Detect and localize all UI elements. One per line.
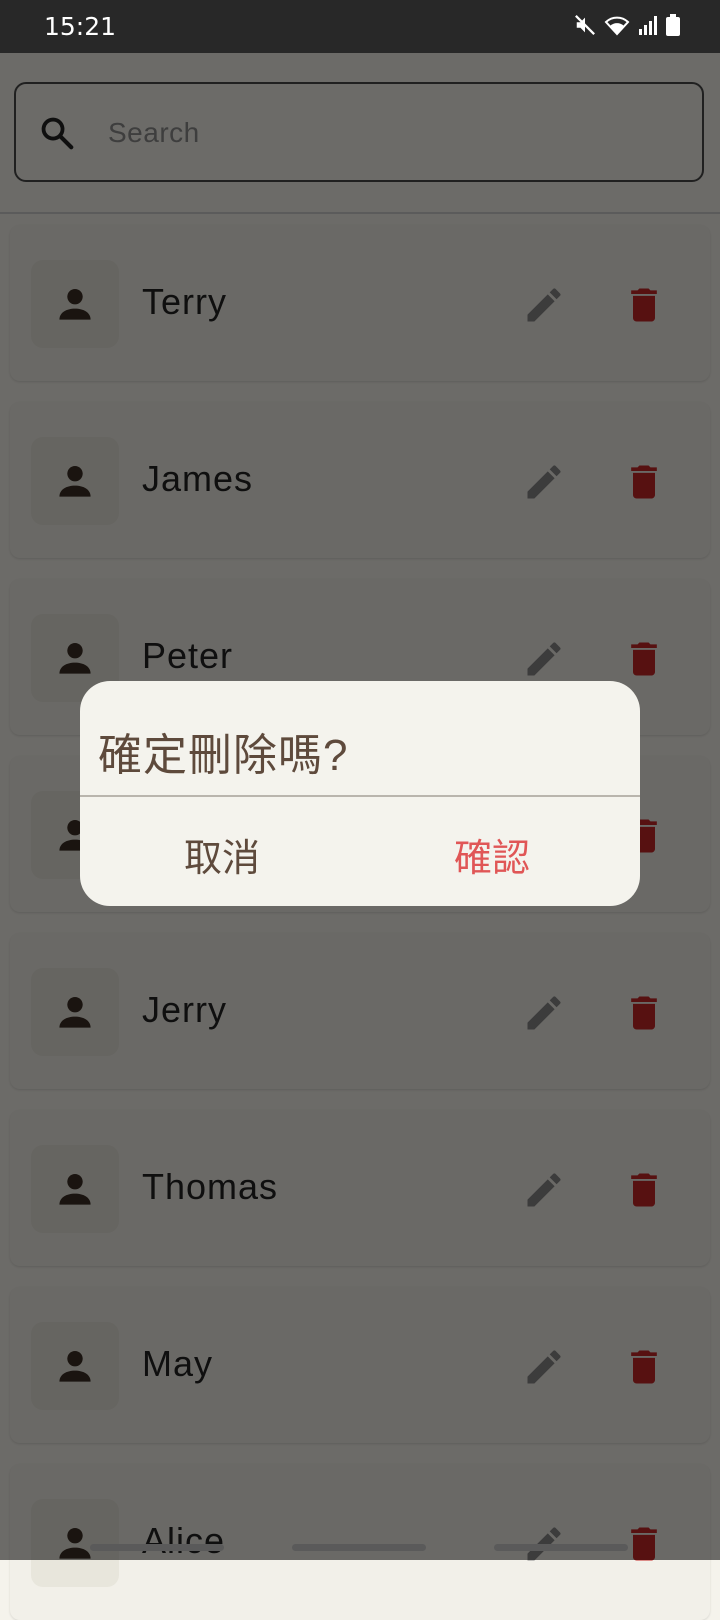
status-icons bbox=[574, 14, 680, 36]
wifi-icon bbox=[604, 14, 630, 36]
nav-handle-right bbox=[494, 1544, 628, 1551]
delete-confirm-dialog: 確定刪除嗎? 取消 確認 bbox=[80, 681, 640, 906]
mute-icon bbox=[574, 14, 596, 36]
confirm-button[interactable]: 確認 bbox=[454, 827, 530, 882]
dialog-title: 確定刪除嗎? bbox=[98, 731, 349, 780]
status-bar: 15:21 bbox=[0, 0, 720, 53]
signal-icon bbox=[638, 15, 658, 35]
dialog-divider bbox=[80, 795, 640, 797]
battery-icon bbox=[666, 14, 680, 36]
nav-handle-left bbox=[90, 1544, 224, 1551]
nav-handle-center bbox=[292, 1544, 426, 1551]
cancel-button[interactable]: 取消 bbox=[184, 827, 260, 882]
status-time: 15:21 bbox=[44, 12, 117, 41]
gesture-nav-bar bbox=[0, 1535, 720, 1560]
